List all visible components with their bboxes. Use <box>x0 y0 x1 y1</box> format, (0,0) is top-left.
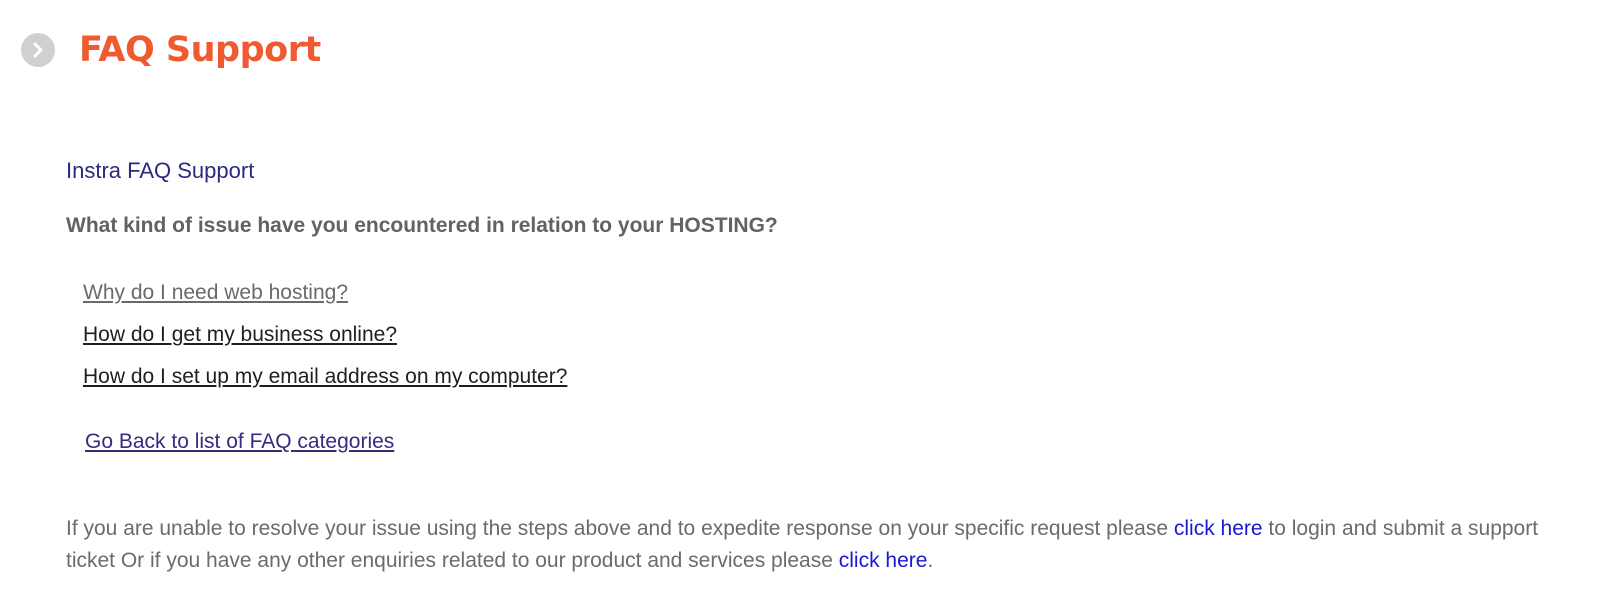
other-enquiries-link[interactable]: click here <box>839 549 928 572</box>
hosting-question: What kind of issue have you encountered … <box>66 214 778 237</box>
faq-link-business-online[interactable]: How do I get my business online? <box>83 323 397 346</box>
list-item: How do I get my business online? <box>83 321 567 363</box>
chevron-right-icon <box>33 42 43 58</box>
footer-text-part: If you are unable to resolve your issue … <box>66 517 1174 540</box>
faq-link-why-web-hosting[interactable]: Why do I need web hosting? <box>83 281 348 304</box>
faq-link-list: Why do I need web hosting? How do I get … <box>83 279 567 405</box>
section-title: Instra FAQ Support <box>66 158 255 183</box>
page-title: FAQ Support <box>79 30 321 70</box>
support-footer-text: If you are unable to resolve your issue … <box>66 513 1566 577</box>
list-item: Why do I need web hosting? <box>83 279 567 321</box>
faq-link-email-setup[interactable]: How do I set up my email address on my c… <box>83 365 567 388</box>
chevron-right-circle-icon <box>21 33 55 67</box>
page-header: FAQ Support <box>21 30 321 70</box>
list-item: How do I set up my email address on my c… <box>83 363 567 405</box>
footer-text-part: . <box>927 549 934 572</box>
login-support-ticket-link[interactable]: click here <box>1174 517 1263 540</box>
page: FAQ Support Instra FAQ Support What kind… <box>0 0 1600 607</box>
back-to-faq-categories-link[interactable]: Go Back to list of FAQ categories <box>85 428 394 456</box>
